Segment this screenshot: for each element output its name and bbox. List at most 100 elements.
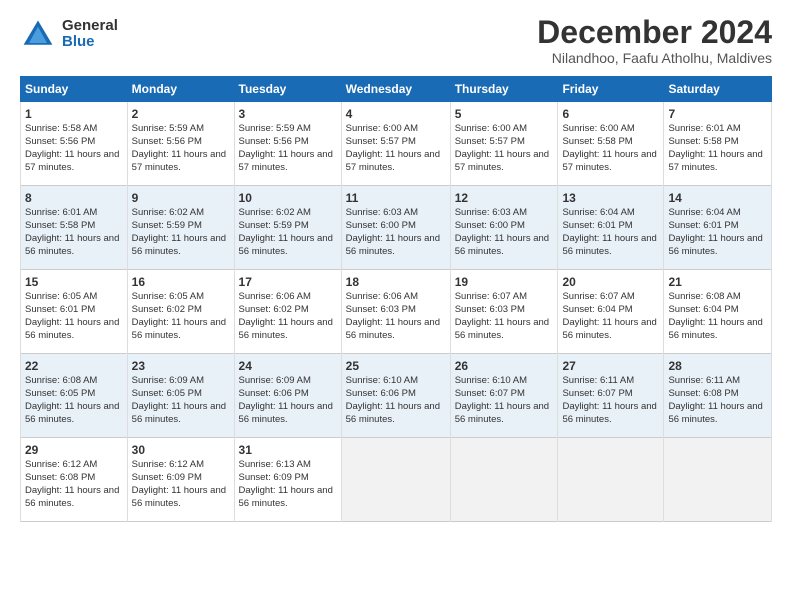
table-row: 8Sunrise: 6:01 AMSunset: 5:58 PMDaylight… bbox=[21, 186, 128, 270]
calendar-table: Sunday Monday Tuesday Wednesday Thursday… bbox=[20, 76, 772, 522]
col-sunday: Sunday bbox=[21, 77, 128, 102]
day-number: 11 bbox=[346, 190, 446, 206]
table-row: 29Sunrise: 6:12 AMSunset: 6:08 PMDayligh… bbox=[21, 438, 128, 522]
day-number: 27 bbox=[562, 358, 659, 374]
day-number: 15 bbox=[25, 274, 123, 290]
calendar-header: Sunday Monday Tuesday Wednesday Thursday… bbox=[21, 77, 772, 102]
day-info: Sunrise: 6:01 AMSunset: 5:58 PMDaylight:… bbox=[668, 123, 767, 174]
day-number: 1 bbox=[25, 106, 123, 122]
title-block: December 2024 Nilandhoo, Faafu Atholhu, … bbox=[537, 16, 772, 66]
day-info: Sunrise: 6:00 AMSunset: 5:57 PMDaylight:… bbox=[455, 123, 554, 174]
logo-icon bbox=[20, 16, 56, 52]
day-number: 7 bbox=[668, 106, 767, 122]
table-row: 23Sunrise: 6:09 AMSunset: 6:05 PMDayligh… bbox=[127, 354, 234, 438]
table-row: 10Sunrise: 6:02 AMSunset: 5:59 PMDayligh… bbox=[234, 186, 341, 270]
table-row: 12Sunrise: 6:03 AMSunset: 6:00 PMDayligh… bbox=[450, 186, 558, 270]
location: Nilandhoo, Faafu Atholhu, Maldives bbox=[537, 50, 772, 66]
weekday-header-row: Sunday Monday Tuesday Wednesday Thursday… bbox=[21, 77, 772, 102]
table-row bbox=[664, 438, 772, 522]
day-info: Sunrise: 6:11 AMSunset: 6:08 PMDaylight:… bbox=[668, 375, 767, 426]
col-tuesday: Tuesday bbox=[234, 77, 341, 102]
day-number: 4 bbox=[346, 106, 446, 122]
table-row bbox=[450, 438, 558, 522]
day-number: 25 bbox=[346, 358, 446, 374]
day-info: Sunrise: 6:02 AMSunset: 5:59 PMDaylight:… bbox=[239, 207, 337, 258]
day-info: Sunrise: 6:11 AMSunset: 6:07 PMDaylight:… bbox=[562, 375, 659, 426]
table-row: 17Sunrise: 6:06 AMSunset: 6:02 PMDayligh… bbox=[234, 270, 341, 354]
day-number: 26 bbox=[455, 358, 554, 374]
day-info: Sunrise: 6:03 AMSunset: 6:00 PMDaylight:… bbox=[455, 207, 554, 258]
col-saturday: Saturday bbox=[664, 77, 772, 102]
table-row: 19Sunrise: 6:07 AMSunset: 6:03 PMDayligh… bbox=[450, 270, 558, 354]
table-row: 5Sunrise: 6:00 AMSunset: 5:57 PMDaylight… bbox=[450, 102, 558, 186]
day-info: Sunrise: 6:05 AMSunset: 6:01 PMDaylight:… bbox=[25, 291, 123, 342]
day-number: 12 bbox=[455, 190, 554, 206]
table-row: 14Sunrise: 6:04 AMSunset: 6:01 PMDayligh… bbox=[664, 186, 772, 270]
table-row: 11Sunrise: 6:03 AMSunset: 6:00 PMDayligh… bbox=[341, 186, 450, 270]
day-info: Sunrise: 5:58 AMSunset: 5:56 PMDaylight:… bbox=[25, 123, 123, 174]
table-row: 4Sunrise: 6:00 AMSunset: 5:57 PMDaylight… bbox=[341, 102, 450, 186]
calendar-week-row: 8Sunrise: 6:01 AMSunset: 5:58 PMDaylight… bbox=[21, 186, 772, 270]
day-info: Sunrise: 6:12 AMSunset: 6:09 PMDaylight:… bbox=[132, 459, 230, 510]
day-info: Sunrise: 6:03 AMSunset: 6:00 PMDaylight:… bbox=[346, 207, 446, 258]
table-row: 6Sunrise: 6:00 AMSunset: 5:58 PMDaylight… bbox=[558, 102, 664, 186]
day-info: Sunrise: 6:01 AMSunset: 5:58 PMDaylight:… bbox=[25, 207, 123, 258]
table-row: 21Sunrise: 6:08 AMSunset: 6:04 PMDayligh… bbox=[664, 270, 772, 354]
day-info: Sunrise: 6:04 AMSunset: 6:01 PMDaylight:… bbox=[668, 207, 767, 258]
calendar-body: 1Sunrise: 5:58 AMSunset: 5:56 PMDaylight… bbox=[21, 102, 772, 522]
day-number: 23 bbox=[132, 358, 230, 374]
col-friday: Friday bbox=[558, 77, 664, 102]
day-number: 29 bbox=[25, 442, 123, 458]
day-number: 22 bbox=[25, 358, 123, 374]
day-number: 6 bbox=[562, 106, 659, 122]
table-row: 26Sunrise: 6:10 AMSunset: 6:07 PMDayligh… bbox=[450, 354, 558, 438]
day-info: Sunrise: 6:04 AMSunset: 6:01 PMDaylight:… bbox=[562, 207, 659, 258]
table-row: 18Sunrise: 6:06 AMSunset: 6:03 PMDayligh… bbox=[341, 270, 450, 354]
day-number: 10 bbox=[239, 190, 337, 206]
day-info: Sunrise: 6:00 AMSunset: 5:58 PMDaylight:… bbox=[562, 123, 659, 174]
day-info: Sunrise: 6:08 AMSunset: 6:05 PMDaylight:… bbox=[25, 375, 123, 426]
day-number: 14 bbox=[668, 190, 767, 206]
page: General Blue December 2024 Nilandhoo, Fa… bbox=[0, 0, 792, 612]
table-row: 25Sunrise: 6:10 AMSunset: 6:06 PMDayligh… bbox=[341, 354, 450, 438]
table-row: 28Sunrise: 6:11 AMSunset: 6:08 PMDayligh… bbox=[664, 354, 772, 438]
day-info: Sunrise: 5:59 AMSunset: 5:56 PMDaylight:… bbox=[132, 123, 230, 174]
day-number: 20 bbox=[562, 274, 659, 290]
table-row: 13Sunrise: 6:04 AMSunset: 6:01 PMDayligh… bbox=[558, 186, 664, 270]
table-row: 24Sunrise: 6:09 AMSunset: 6:06 PMDayligh… bbox=[234, 354, 341, 438]
calendar-week-row: 1Sunrise: 5:58 AMSunset: 5:56 PMDaylight… bbox=[21, 102, 772, 186]
col-thursday: Thursday bbox=[450, 77, 558, 102]
day-info: Sunrise: 6:05 AMSunset: 6:02 PMDaylight:… bbox=[132, 291, 230, 342]
calendar-week-row: 15Sunrise: 6:05 AMSunset: 6:01 PMDayligh… bbox=[21, 270, 772, 354]
day-number: 17 bbox=[239, 274, 337, 290]
day-info: Sunrise: 6:00 AMSunset: 5:57 PMDaylight:… bbox=[346, 123, 446, 174]
day-info: Sunrise: 6:07 AMSunset: 6:03 PMDaylight:… bbox=[455, 291, 554, 342]
table-row: 7Sunrise: 6:01 AMSunset: 5:58 PMDaylight… bbox=[664, 102, 772, 186]
day-number: 24 bbox=[239, 358, 337, 374]
logo-general-text: General bbox=[62, 18, 118, 35]
day-info: Sunrise: 6:08 AMSunset: 6:04 PMDaylight:… bbox=[668, 291, 767, 342]
table-row: 22Sunrise: 6:08 AMSunset: 6:05 PMDayligh… bbox=[21, 354, 128, 438]
day-number: 19 bbox=[455, 274, 554, 290]
day-number: 3 bbox=[239, 106, 337, 122]
col-wednesday: Wednesday bbox=[341, 77, 450, 102]
day-info: Sunrise: 6:10 AMSunset: 6:07 PMDaylight:… bbox=[455, 375, 554, 426]
day-info: Sunrise: 5:59 AMSunset: 5:56 PMDaylight:… bbox=[239, 123, 337, 174]
table-row: 27Sunrise: 6:11 AMSunset: 6:07 PMDayligh… bbox=[558, 354, 664, 438]
logo: General Blue bbox=[20, 16, 118, 52]
day-number: 21 bbox=[668, 274, 767, 290]
day-number: 30 bbox=[132, 442, 230, 458]
table-row: 30Sunrise: 6:12 AMSunset: 6:09 PMDayligh… bbox=[127, 438, 234, 522]
day-number: 13 bbox=[562, 190, 659, 206]
day-number: 9 bbox=[132, 190, 230, 206]
table-row: 16Sunrise: 6:05 AMSunset: 6:02 PMDayligh… bbox=[127, 270, 234, 354]
day-number: 5 bbox=[455, 106, 554, 122]
calendar-week-row: 22Sunrise: 6:08 AMSunset: 6:05 PMDayligh… bbox=[21, 354, 772, 438]
table-row: 9Sunrise: 6:02 AMSunset: 5:59 PMDaylight… bbox=[127, 186, 234, 270]
day-number: 28 bbox=[668, 358, 767, 374]
day-info: Sunrise: 6:09 AMSunset: 6:06 PMDaylight:… bbox=[239, 375, 337, 426]
month-title: December 2024 bbox=[537, 16, 772, 48]
table-row bbox=[341, 438, 450, 522]
logo-text: General Blue bbox=[62, 18, 118, 51]
header: General Blue December 2024 Nilandhoo, Fa… bbox=[20, 16, 772, 66]
